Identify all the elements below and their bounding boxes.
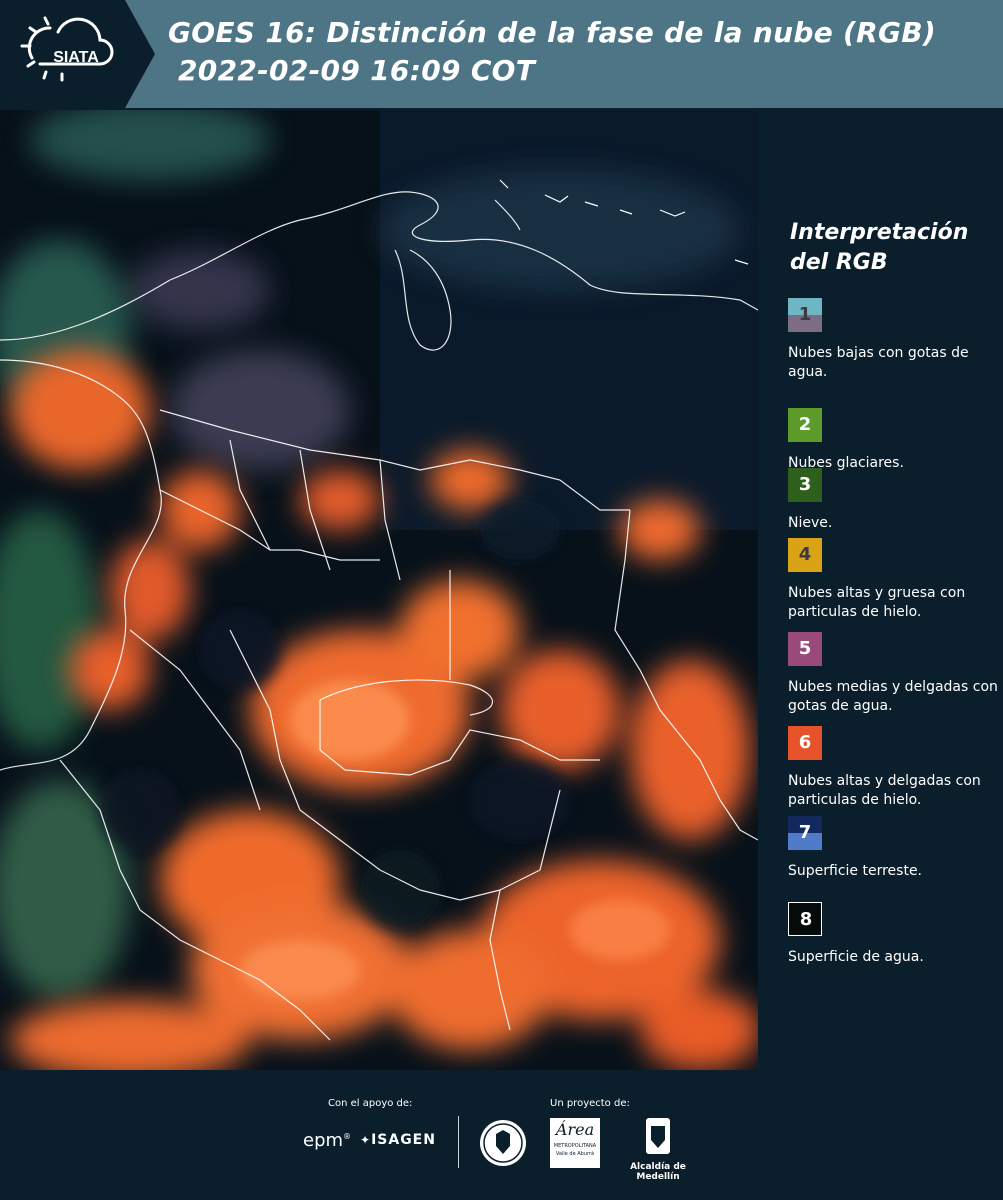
coat-of-arms-icon: [646, 1118, 670, 1154]
legend-number: 4: [798, 544, 812, 565]
legend-swatch-2: 2: [788, 408, 822, 442]
legend-swatch-1: 1: [788, 298, 822, 332]
legend-swatch-3: 3: [788, 468, 822, 502]
project-label: Un proyecto de:: [550, 1098, 630, 1109]
legend-item-5: 5 Nubes medias y delgadas con gotas de ag…: [788, 632, 998, 716]
legend-panel: Interpretación del RGB 1 Nubes bajas con …: [776, 110, 1003, 1070]
legend-number: 7: [798, 822, 812, 843]
legend-item-3: 3 Nieve.: [788, 468, 998, 533]
epm-logo-text: epm: [303, 1130, 344, 1151]
legend-description: Superficie terreste.: [788, 863, 923, 879]
legend-item-4: 4 Nubes altas y gruesa con particulas de …: [788, 538, 998, 622]
siata-logo-text: SIATA: [53, 49, 99, 66]
satellite-image: [0, 110, 758, 1070]
legend-title-line-2: del RGB: [790, 250, 888, 275]
legend-item-7: 7 Superficie terreste.: [788, 816, 998, 881]
legend-number: 8: [799, 909, 813, 930]
legend-swatch-5: 5: [788, 632, 822, 666]
legend-item-6: 6 Nubes altas y delgadas con particulas d…: [788, 726, 998, 810]
alcaldia-text: Alcaldía de Medellín: [630, 1162, 686, 1182]
legend-item-1: 1 Nubes bajas con gotas de agua.: [788, 298, 998, 382]
legend-description: Nubes bajas con gotas de agua.: [788, 345, 969, 380]
area-logo-sub2: Valle de Aburrá: [555, 1151, 595, 1157]
alcaldia-logo: Alcaldía de Medellín: [612, 1116, 704, 1182]
legend-description: Nubes medias y delgadas con gotas de agu…: [788, 679, 998, 714]
legend-number: 6: [798, 732, 812, 753]
area-metropolitana-logo: Área METROPOLITANA Valle de Aburrá: [550, 1118, 600, 1168]
title-line-1: GOES 16: Distinción de la fase de la nub…: [168, 16, 937, 49]
legend-item-8: 8 Superficie de agua.: [788, 902, 998, 967]
area-logo-text: Área: [555, 1120, 595, 1139]
legend-description: Nieve.: [788, 515, 833, 531]
legend-swatch-8: 8: [788, 902, 822, 936]
legend-description: Nubes altas y gruesa con particulas de h…: [788, 585, 966, 620]
legend-number: 3: [798, 474, 812, 495]
legend-swatch-6: 6: [788, 726, 822, 760]
footer: Con el apoyo de: Un proyecto de: epm® ✦I…: [0, 1070, 1003, 1200]
legend-number: 1: [798, 304, 812, 325]
legend-description: Nubes altas y delgadas con particulas de…: [788, 773, 981, 808]
legend-number: 2: [798, 414, 812, 435]
legend-number: 5: [798, 638, 812, 659]
isagen-logo: ✦ISAGEN: [360, 1132, 436, 1148]
isagen-logo-text: ISAGEN: [371, 1132, 436, 1148]
legend-title: Interpretación del RGB: [790, 218, 968, 278]
satellite-rgb-image: [0, 110, 758, 1070]
footer-divider: [458, 1116, 459, 1168]
support-label: Con el apoyo de:: [328, 1098, 413, 1109]
title-line-2: 2022-02-09 16:09 COT: [178, 54, 536, 87]
legend-item-2: 2 Nubes glaciares.: [788, 408, 998, 473]
area-logo-sub1: METROPOLITANA: [553, 1143, 597, 1149]
header: SIATA GOES 16: Distinción de la fase de …: [0, 0, 1003, 108]
legend-description: Superficie de agua.: [788, 949, 924, 965]
legend-swatch-4: 4: [788, 538, 822, 572]
legend-swatch-7: 7: [788, 816, 822, 850]
page-title: GOES 16: Distinción de la fase de la nub…: [168, 14, 998, 90]
seal-logo: [478, 1118, 528, 1172]
legend-title-line-1: Interpretación: [790, 220, 969, 245]
isagen-mark-icon: ✦: [360, 1133, 372, 1147]
epm-logo: epm®: [303, 1130, 352, 1151]
siata-logo: SIATA: [0, 0, 155, 108]
